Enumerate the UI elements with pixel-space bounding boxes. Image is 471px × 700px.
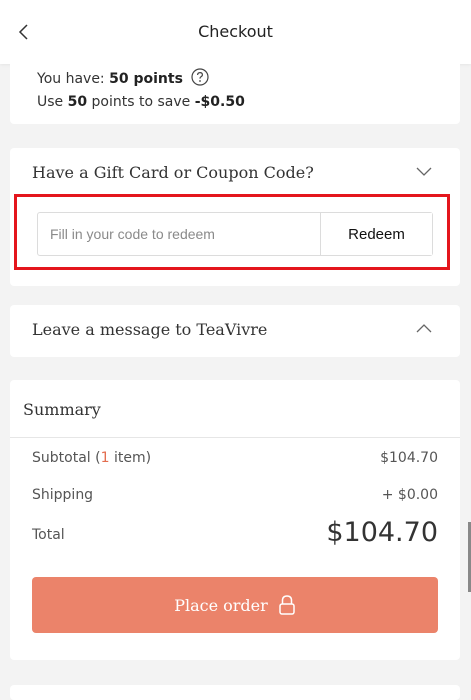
lock-icon bbox=[279, 595, 295, 615]
points-balance: You have: 50 points bbox=[37, 68, 209, 90]
gift-card-toggle[interactable] bbox=[413, 160, 435, 182]
subtotal-label: Subtotal (1 item) bbox=[32, 450, 151, 466]
message-title: Leave a message to TeaVivre bbox=[32, 320, 268, 339]
top-bar: Checkout bbox=[0, 0, 471, 64]
shipping-value: + $0.00 bbox=[381, 487, 438, 503]
summary-divider bbox=[10, 437, 460, 438]
page-title: Checkout bbox=[198, 22, 273, 41]
summary-section: Summary Subtotal (1 item) $104.70 Shippi… bbox=[10, 380, 460, 660]
subtotal-label-suffix: item) bbox=[109, 450, 152, 466]
total-label: Total bbox=[32, 527, 65, 543]
coupon-form: Redeem bbox=[37, 212, 433, 256]
question-circle-icon bbox=[191, 68, 209, 86]
points-balance-label: You have: bbox=[37, 71, 105, 87]
help-button[interactable] bbox=[191, 68, 209, 90]
subtotal-item-count: 1 bbox=[100, 450, 110, 466]
points-save-label: points to save bbox=[91, 94, 191, 110]
redeem-button[interactable]: Redeem bbox=[320, 213, 432, 255]
message-toggle[interactable] bbox=[413, 318, 435, 340]
gift-card-section: Have a Gift Card or Coupon Code? Redeem bbox=[10, 148, 460, 286]
message-section[interactable]: Leave a message to TeaVivre bbox=[10, 305, 460, 357]
shipping-label: Shipping bbox=[32, 487, 94, 503]
chevron-up-icon bbox=[416, 324, 432, 333]
points-use-value: 50 bbox=[67, 94, 88, 110]
coupon-code-input[interactable] bbox=[38, 213, 320, 255]
points-usage: Use 50 points to save -$0.50 bbox=[37, 94, 245, 110]
next-section bbox=[10, 685, 460, 700]
subtotal-value: $104.70 bbox=[380, 450, 438, 466]
points-save-value: -$0.50 bbox=[194, 94, 245, 110]
place-order-label: Place order bbox=[174, 595, 268, 615]
subtotal-label-prefix: Subtotal ( bbox=[32, 450, 101, 466]
chevron-down-icon bbox=[416, 167, 432, 176]
place-order-button[interactable]: Place order bbox=[32, 577, 438, 633]
points-balance-value: 50 points bbox=[109, 71, 183, 87]
points-use-label: Use bbox=[37, 94, 64, 110]
gift-card-title: Have a Gift Card or Coupon Code? bbox=[32, 163, 314, 182]
summary-title: Summary bbox=[23, 400, 101, 419]
points-card: You have: 50 points Use 50 points to sav… bbox=[10, 64, 460, 124]
total-value: $104.70 bbox=[326, 517, 438, 548]
